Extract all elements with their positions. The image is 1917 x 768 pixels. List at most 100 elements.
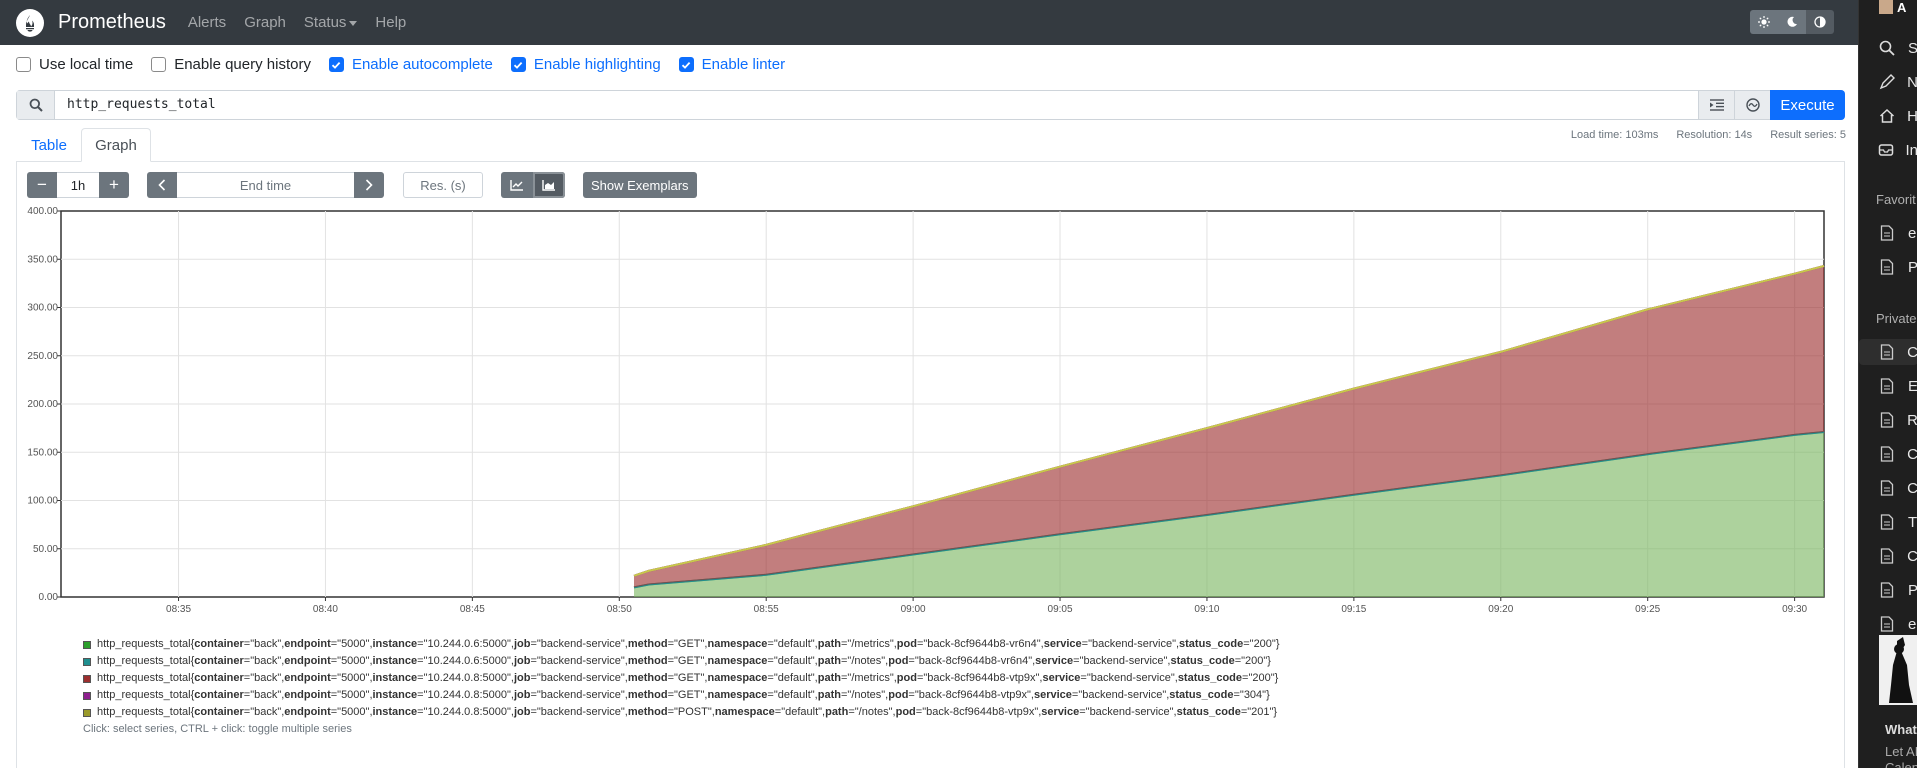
legend-label-value: ="/notes", [848, 706, 896, 718]
private-heading: Private [1876, 311, 1917, 326]
brand-title[interactable]: Prometheus [58, 11, 166, 34]
x-tick-label: 09:15 [1341, 604, 1366, 615]
checkbox-checked[interactable] [328, 57, 344, 72]
nav-status-dropdown[interactable]: Status [304, 14, 358, 31]
execute-button[interactable]: Execute [1770, 90, 1845, 120]
legend-label-key: namespace [714, 706, 775, 718]
side-nav-item[interactable]: In [1859, 137, 1917, 163]
side-nav-item[interactable]: C [1859, 543, 1917, 569]
y-tick-label: 350.00 [27, 254, 58, 265]
side-nav-item[interactable]: S [1859, 35, 1917, 61]
stacked-chart-icon[interactable] [533, 172, 565, 198]
legend-label-value: ="/metrics", [840, 672, 897, 684]
legend-item[interactable]: http_requests_total{container ="back", en… [83, 653, 1280, 670]
nav-alerts[interactable]: Alerts [188, 14, 226, 31]
show-exemplars-button[interactable]: Show Exemplars [583, 172, 697, 198]
end-time-input[interactable]: End time [177, 172, 354, 198]
sun-icon[interactable] [1750, 10, 1778, 34]
x-tick-label: 08:50 [607, 604, 632, 615]
side-nav-label: T [1908, 513, 1917, 531]
contrast-icon[interactable] [1806, 10, 1834, 34]
legend-item[interactable]: http_requests_total{container ="back", en… [83, 704, 1280, 721]
side-nav-item[interactable]: R [1859, 407, 1917, 433]
line-chart-icon[interactable] [501, 172, 533, 198]
x-axis: 08:35 08:40 08:45 08:50 08:55 09:00 09:05 09:10… [166, 597, 1808, 615]
legend-label-key: namespace [707, 655, 768, 667]
decrease-range-button[interactable]: − [27, 172, 57, 198]
side-nav-item[interactable]: P [1859, 577, 1917, 603]
resolution-input[interactable]: Res. (s) [403, 172, 483, 198]
legend-label-key: instance [372, 672, 418, 684]
document-icon [1876, 377, 1898, 395]
side-nav-item[interactable]: P [1859, 254, 1917, 280]
legend-item[interactable]: http_requests_total{container ="back", en… [83, 687, 1280, 704]
legend-label-key: service [1041, 706, 1080, 718]
legend-label-value: ="back-8cf9644b8-vtp9x", [908, 689, 1034, 701]
load-time: Load time: 103ms [1570, 129, 1659, 141]
document-icon [1876, 343, 1897, 361]
side-nav-item[interactable]: H [1859, 103, 1917, 129]
side-nav-label: C [1907, 547, 1917, 565]
navbar: Prometheus Alerts Graph Status Help [0, 0, 1858, 45]
side-nav-item[interactable]: C [1859, 339, 1917, 365]
moon-icon[interactable] [1778, 10, 1806, 34]
option-enable-linter[interactable]: Enable linter [678, 56, 785, 73]
document-icon [1876, 615, 1898, 633]
nav-graph[interactable]: Graph [244, 14, 286, 31]
legend-label-key: job [513, 638, 531, 650]
query-options: Use local time Enable query history Enab… [16, 56, 803, 73]
legend-item[interactable]: http_requests_total{container ="back", en… [83, 636, 1280, 653]
option-enable-highlighting[interactable]: Enable highlighting [510, 56, 661, 73]
checkbox[interactable] [151, 57, 167, 72]
graph-chart: 0.00 50.00 100.00 150.00 200.00 250.00 300.00 3… [27, 206, 1825, 615]
side-nav-item[interactable]: N [1859, 69, 1917, 95]
y-tick-label: 100.00 [27, 496, 58, 507]
increase-range-button[interactable]: + [99, 172, 129, 198]
checkbox-checked[interactable] [510, 57, 526, 72]
legend-label-value: ="back-8cf9644b8-vr6n4", [908, 655, 1036, 667]
x-tick-label: 09:20 [1488, 604, 1513, 615]
tab-table[interactable]: Table [16, 128, 82, 162]
query-bar: http_requests_total Execute [16, 90, 1845, 120]
option-enable-query-history[interactable]: Enable query history [151, 56, 311, 73]
prometheus-logo-icon[interactable] [16, 8, 44, 37]
document-icon [1876, 445, 1897, 463]
expression-input[interactable]: http_requests_total [55, 91, 1698, 119]
side-nav-label: R [1907, 411, 1917, 429]
nav-help[interactable]: Help [375, 14, 406, 31]
side-nav-item[interactable]: C [1859, 441, 1917, 467]
option-use-local-time[interactable]: Use local time [16, 56, 133, 73]
option-enable-autocomplete[interactable]: Enable autocomplete [328, 56, 493, 73]
legend-swatch [83, 708, 91, 717]
x-tick-label: 09:10 [1194, 604, 1219, 615]
legend-label-key: container [194, 638, 244, 650]
format-expression-icon[interactable] [1698, 91, 1734, 119]
legend-swatch [83, 674, 91, 683]
side-nav-item[interactable]: C [1859, 475, 1917, 501]
legend-label-value: ="/metrics", [840, 638, 897, 650]
legend-label-key: method [627, 689, 668, 701]
y-tick-label: 250.00 [27, 351, 58, 362]
tab-graph[interactable]: Graph [81, 128, 151, 162]
legend-swatch [83, 691, 91, 700]
document-icon [1876, 547, 1897, 565]
search-icon [1876, 39, 1898, 57]
legend-label-key: status_code [1179, 638, 1244, 650]
avatar[interactable] [1879, 0, 1893, 14]
legend-label-value: ="/notes", [840, 655, 889, 667]
document-icon [1876, 224, 1898, 242]
checkbox[interactable] [16, 57, 31, 72]
legend-label-key: instance [372, 689, 418, 701]
side-nav-item[interactable]: e [1859, 220, 1917, 246]
side-nav-item[interactable]: E [1859, 373, 1917, 399]
checkbox-checked[interactable] [678, 57, 694, 72]
legend-label-key: path [825, 706, 849, 718]
range-input[interactable]: 1h [57, 172, 99, 198]
side-nav-item[interactable]: T [1859, 509, 1917, 535]
side-nav-label: P [1907, 581, 1917, 599]
next-time-button[interactable] [354, 172, 384, 198]
side-nav-item[interactable]: e [1859, 611, 1917, 637]
legend-item[interactable]: http_requests_total{container ="back", en… [83, 670, 1280, 687]
metrics-explorer-icon[interactable] [1734, 91, 1770, 119]
previous-time-button[interactable] [147, 172, 177, 198]
